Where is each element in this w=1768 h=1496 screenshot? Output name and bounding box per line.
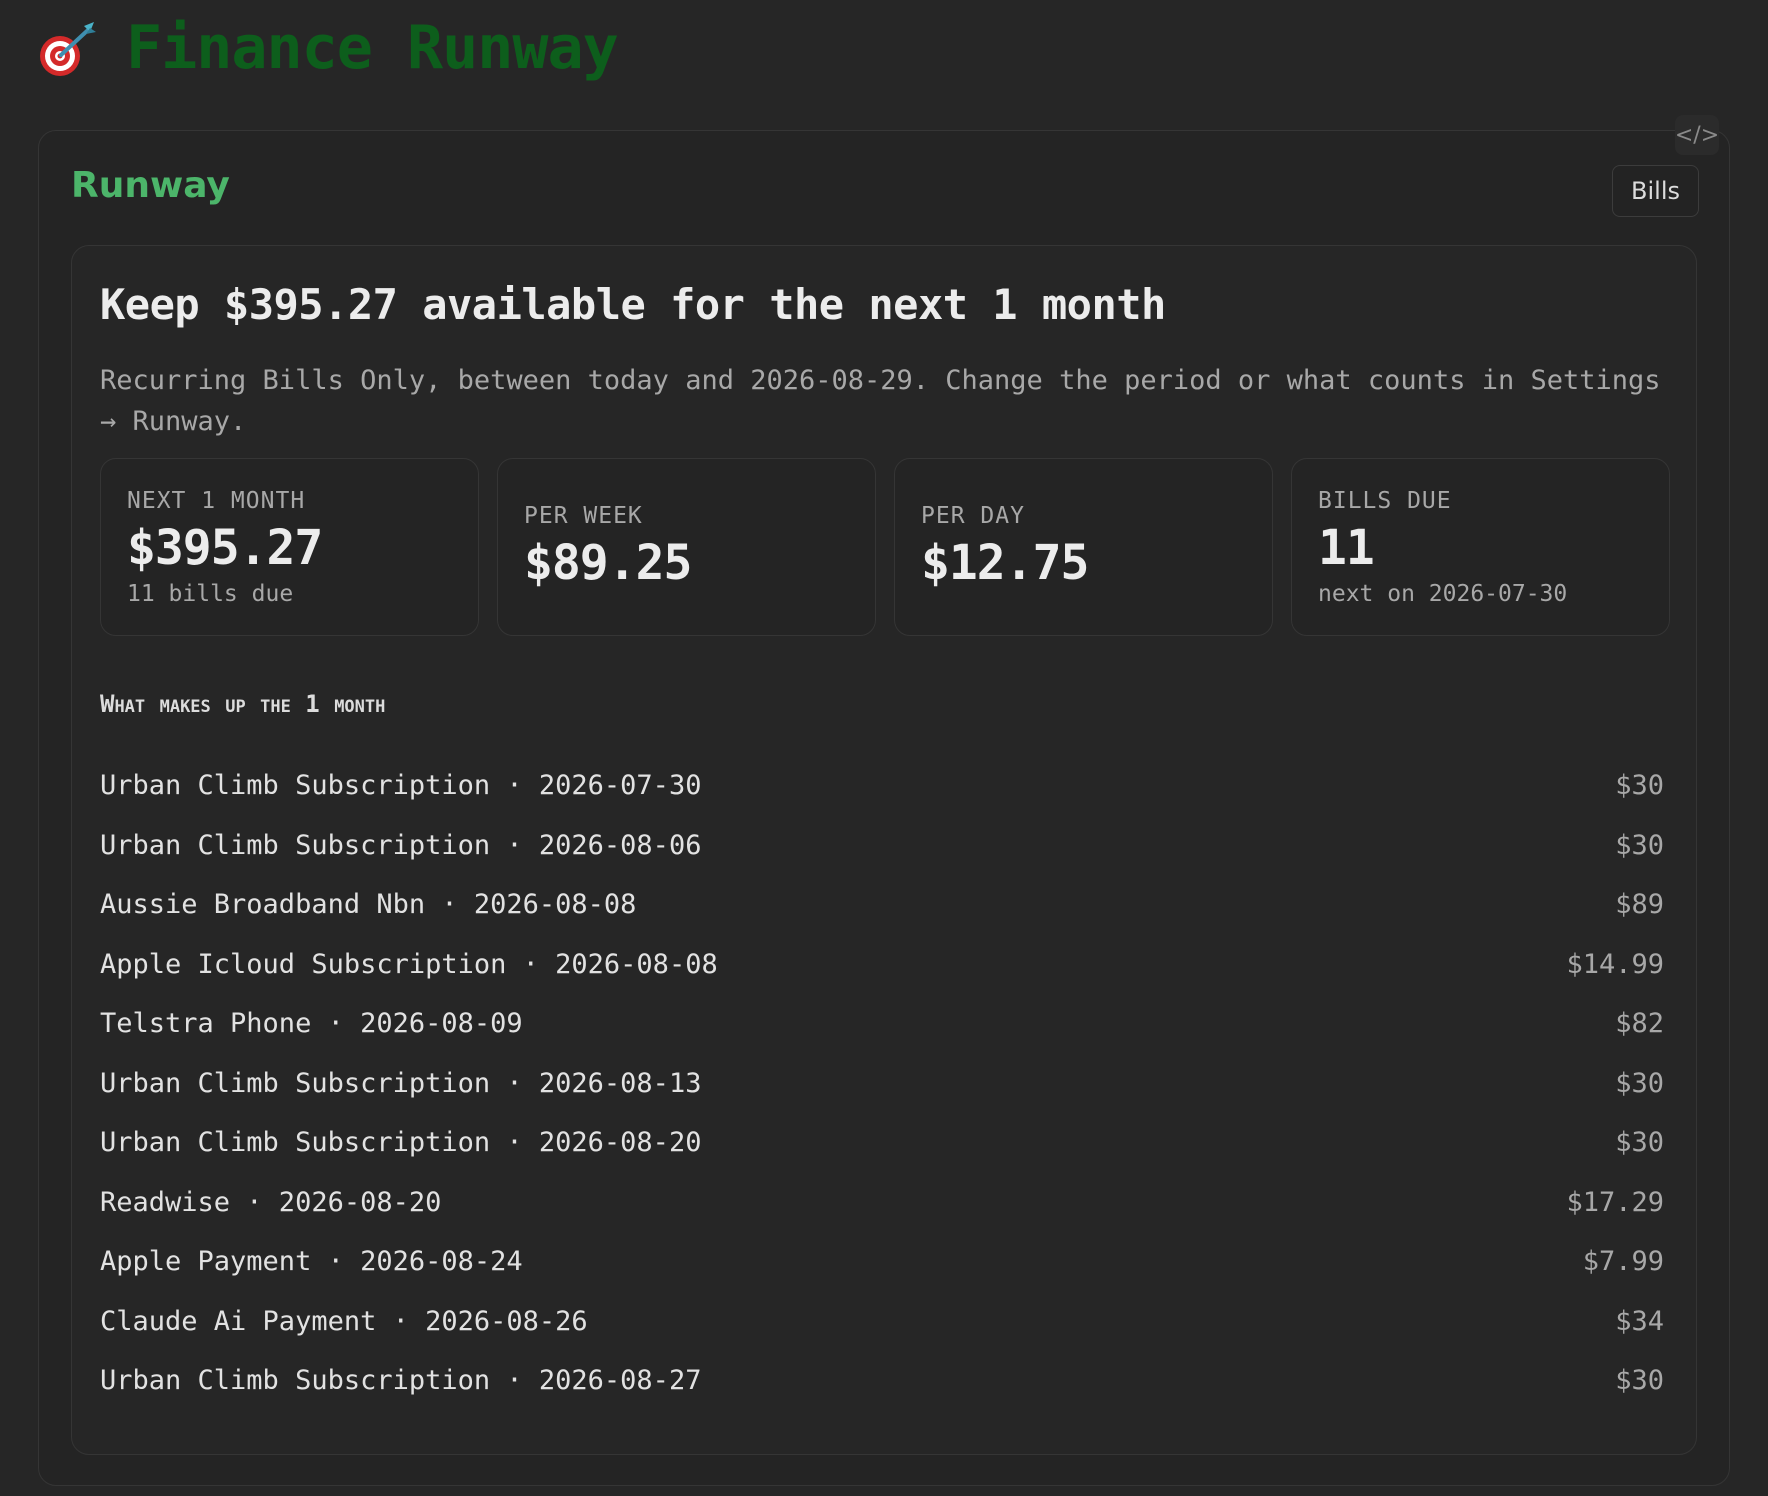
runway-headline: Keep $395.27 available for the next 1 mo… [100,280,1166,329]
bill-label: Aussie Broadband Nbn · 2026-08-08 [100,889,637,921]
bill-label: Urban Climb Subscription · 2026-08-20 [100,1127,702,1159]
bill-amount: $30 [1615,1365,1664,1397]
bill-amount: $14.99 [1566,948,1664,980]
bill-amount: $82 [1615,1008,1664,1040]
bill-label: Telstra Phone · 2026-08-09 [100,1008,523,1040]
bill-row: Apple Icloud Subscription · 2026-08-08 $… [100,935,1664,995]
bill-row: Urban Climb Subscription · 2026-08-27 $3… [100,1351,1664,1411]
app-header: Finance Runway [36,8,619,88]
app-title: Finance Runway [126,13,619,83]
bill-row: Urban Climb Subscription · 2026-08-20 $3… [100,1113,1664,1173]
runway-explanation: Recurring Bills Only, between today and … [100,365,1661,437]
stat-label: PER WEEK [524,503,643,529]
bills-button[interactable]: Bills [1612,165,1699,217]
stat-label: NEXT 1 MONTH [127,488,306,514]
bill-label: Apple Payment · 2026-08-24 [100,1246,523,1278]
stat-subtext: next on 2026-07-30 [1318,581,1568,607]
bill-label: Urban Climb Subscription · 2026-08-13 [100,1067,702,1099]
breakdown-title: What makes up the 1 month [100,690,386,718]
panel-title: Runway [71,165,230,206]
stat-subtext: 11 bills due [127,581,294,607]
bill-amount: $89 [1615,889,1664,921]
bill-list: Urban Climb Subscription · 2026-07-30 $3… [100,756,1664,1411]
bill-amount: $30 [1615,1127,1664,1159]
bill-label: Urban Climb Subscription · 2026-08-06 [100,829,702,861]
stat-value: $89.25 [524,535,692,591]
bill-row: Claude Ai Payment · 2026-08-26 $34 [100,1292,1664,1352]
stat-card-bills-due: BILLS DUE 11 next on 2026-07-30 [1291,458,1670,636]
stat-label: BILLS DUE [1318,488,1452,514]
stat-cards: NEXT 1 MONTH $395.27 11 bills due PER WE… [100,458,1670,636]
bill-amount: $30 [1615,829,1664,861]
stat-value: 11 [1318,520,1375,576]
bill-amount: $30 [1615,1067,1664,1099]
bill-label: Urban Climb Subscription · 2026-07-30 [100,770,702,802]
bill-label: Readwise · 2026-08-20 [100,1186,442,1218]
bill-row: Readwise · 2026-08-20 $17.29 [100,1173,1664,1233]
bill-label: Urban Climb Subscription · 2026-08-27 [100,1365,702,1397]
bill-amount: $30 [1615,770,1664,802]
stat-card-per-week: PER WEEK $89.25 [497,458,876,636]
bill-row: Urban Climb Subscription · 2026-08-06 $3… [100,816,1664,876]
stat-value: $12.75 [921,535,1089,591]
bill-label: Apple Icloud Subscription · 2026-08-08 [100,948,718,980]
bill-row: Telstra Phone · 2026-08-09 $82 [100,994,1664,1054]
bill-amount: $34 [1615,1305,1664,1337]
bill-row: Aussie Broadband Nbn · 2026-08-08 $89 [100,875,1664,935]
runway-panel: </> Runway Bills Keep $395.27 available … [38,115,1730,1486]
code-view-toggle[interactable]: </> [1675,115,1719,155]
bill-amount: $7.99 [1582,1246,1664,1278]
bill-row: Urban Climb Subscription · 2026-07-30 $3… [100,756,1664,816]
bill-label: Claude Ai Payment · 2026-08-26 [100,1305,588,1337]
runway-summary-card: Keep $395.27 available for the next 1 mo… [71,245,1697,1455]
stat-card-per-day: PER DAY $12.75 [894,458,1273,636]
stat-value: $395.27 [127,520,323,576]
stat-label: PER DAY [921,503,1025,529]
target-dart-icon [36,16,100,80]
bill-row: Urban Climb Subscription · 2026-08-13 $3… [100,1054,1664,1114]
bill-amount: $17.29 [1566,1186,1664,1218]
stat-card-next-period: NEXT 1 MONTH $395.27 11 bills due [100,458,479,636]
bill-row: Apple Payment · 2026-08-24 $7.99 [100,1232,1664,1292]
